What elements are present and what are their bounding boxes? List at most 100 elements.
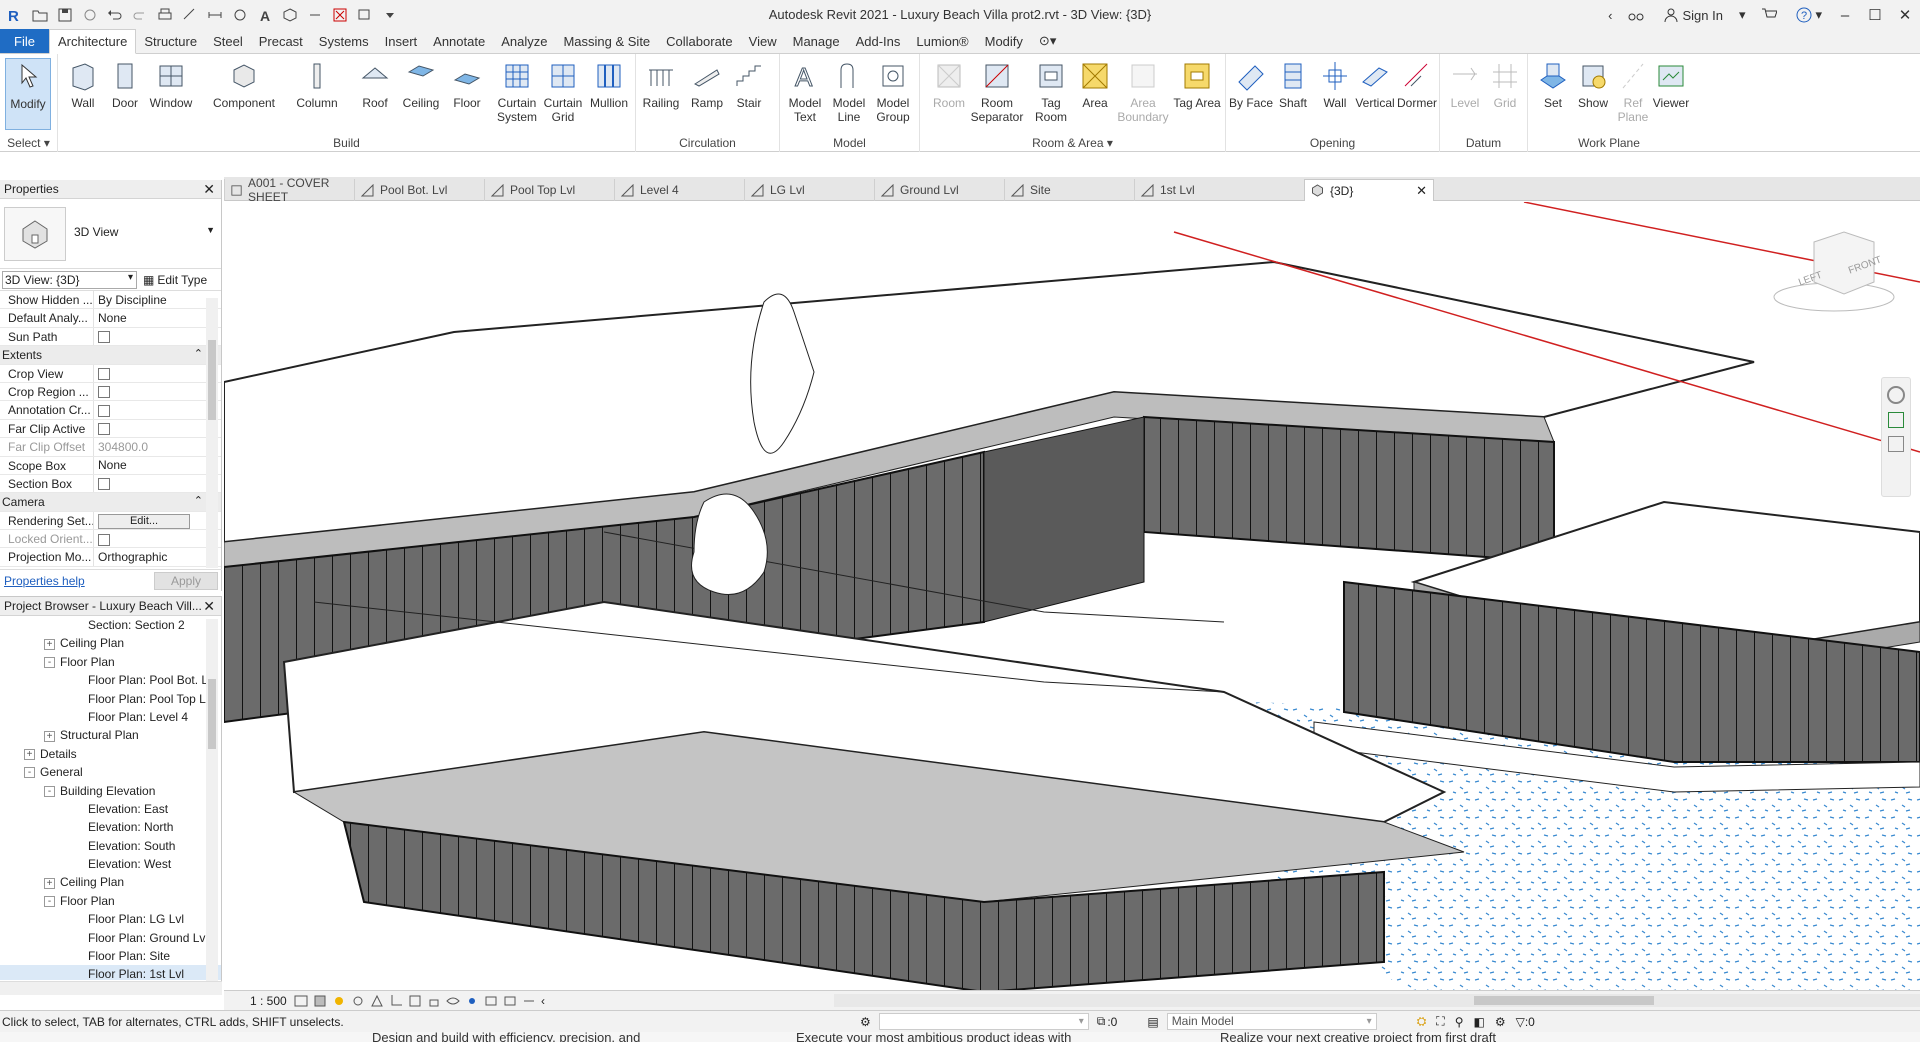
close-tab-icon[interactable]: ✕	[1416, 183, 1427, 199]
collapse-icon[interactable]: -	[24, 767, 35, 779]
dormer-button[interactable]: Dormer	[1392, 58, 1442, 110]
tab-architecture[interactable]: Architecture	[48, 29, 137, 54]
browser-item[interactable]: Floor Plan: Pool Top L	[0, 690, 221, 708]
binoculars-icon[interactable]	[1628, 7, 1647, 23]
sync-icon[interactable]	[79, 4, 101, 26]
tag-icon[interactable]	[229, 4, 251, 26]
tab-structure[interactable]: Structure	[136, 29, 205, 53]
model-text-button[interactable]: A Model Text	[780, 58, 830, 125]
sign-in-dropdown[interactable]: ▾	[1739, 7, 1746, 23]
property-value[interactable]: By Discipline	[94, 291, 190, 309]
view-tab-site[interactable]: Site	[1004, 179, 1134, 201]
instance-filter-select[interactable]: 3D View: {3D}	[2, 270, 137, 289]
property-value[interactable]	[94, 419, 190, 437]
render-icon[interactable]	[370, 994, 384, 1008]
property-row[interactable]: Sun Path	[0, 327, 221, 347]
property-value[interactable]	[94, 475, 190, 493]
property-row[interactable]: Section Box	[0, 474, 221, 494]
worksets-icon[interactable]: ⚙	[860, 1015, 871, 1029]
browser-item[interactable]: Elevation: East	[0, 800, 221, 818]
checkbox[interactable]	[98, 404, 110, 417]
curtain-grid-button[interactable]: Curtain Grid	[538, 58, 588, 124]
view-tab-3d[interactable]: {3D} ✕	[1304, 179, 1434, 201]
tab-massing-site[interactable]: Massing & Site	[555, 29, 658, 53]
room-separator-button[interactable]: Room Separator	[966, 58, 1028, 124]
browser-item[interactable]: - General	[0, 763, 221, 781]
ceiling-button[interactable]: Ceiling	[396, 58, 446, 110]
apply-button[interactable]: Apply	[154, 571, 218, 590]
property-value[interactable]	[94, 383, 190, 401]
browser-item[interactable]: Floor Plan: Site	[0, 947, 221, 965]
tag-room-button[interactable]: Tag Room	[1026, 58, 1076, 124]
checkbox[interactable]	[98, 423, 110, 436]
property-group-header[interactable]: Extents ⌃	[0, 346, 221, 365]
tab-precast[interactable]: Precast	[251, 29, 311, 53]
property-row[interactable]: Default Analy... None	[0, 309, 221, 328]
pan-icon[interactable]	[1888, 436, 1904, 452]
tab-insert[interactable]: Insert	[377, 29, 426, 53]
modify-button[interactable]: Modify	[5, 58, 51, 130]
property-row[interactable]: Annotation Cr...	[0, 401, 221, 420]
column-button[interactable]: Column	[292, 58, 342, 110]
minimize-button[interactable]: –	[1830, 7, 1860, 24]
browser-item[interactable]: - Building Elevation	[0, 782, 221, 800]
view-tab-pool-bot-lvl[interactable]: Pool Bot. Lvl	[354, 179, 484, 201]
help-icon[interactable]: ? ▾	[1796, 7, 1822, 23]
view-tab-pool-top-lvl[interactable]: Pool Top Lvl	[484, 179, 614, 201]
close-panel-icon[interactable]: ✕	[203, 181, 215, 198]
tab-view[interactable]: View	[741, 29, 785, 53]
property-row[interactable]: Crop Region ...	[0, 382, 221, 402]
browser-item[interactable]: Elevation: South	[0, 837, 221, 855]
detail-level-icon[interactable]	[294, 994, 308, 1008]
checkbox[interactable]	[98, 368, 110, 381]
property-row[interactable]: Far Clip Active	[0, 419, 221, 439]
mullion-button[interactable]: Mullion	[584, 58, 634, 110]
property-value[interactable]: 304800.0	[94, 438, 190, 456]
model-group-button[interactable]: Model Group	[868, 58, 918, 124]
design-option-select[interactable]: Main Model	[1166, 1013, 1377, 1030]
scroll-left-icon[interactable]: ‹	[541, 994, 555, 1008]
revit-logo-icon[interactable]: R	[4, 4, 26, 26]
group-label-room-area[interactable]: Room & Area ▾	[920, 136, 1225, 150]
property-value[interactable]	[94, 530, 190, 548]
browser-item[interactable]: Floor Plan: 1st Lvl	[0, 965, 221, 980]
switch-windows-icon[interactable]	[354, 4, 376, 26]
property-value[interactable]	[94, 327, 190, 345]
expand-icon[interactable]: +	[44, 730, 55, 742]
checkbox[interactable]	[98, 331, 110, 344]
browser-item[interactable]: + Ceiling Plan	[0, 634, 221, 652]
checkbox[interactable]	[98, 478, 110, 491]
drag-elements-icon[interactable]: ⚙	[1495, 1015, 1506, 1029]
measure-icon[interactable]	[179, 4, 201, 26]
property-row[interactable]: Scope Box None	[0, 456, 221, 475]
steering-wheel-icon[interactable]	[1887, 386, 1905, 404]
browser-item[interactable]: Floor Plan: Level 4	[0, 708, 221, 726]
property-row[interactable]: Locked Orient...	[0, 530, 221, 549]
browser-item[interactable]: - Floor Plan	[0, 653, 221, 671]
tab-annotate[interactable]: Annotate	[425, 29, 493, 53]
search-nav-arrows[interactable]: ‹	[1608, 8, 1612, 23]
design-options-icon[interactable]: ▤	[1147, 1015, 1158, 1029]
tab-systems[interactable]: Systems	[311, 29, 377, 53]
tab-steel[interactable]: Steel	[205, 29, 251, 53]
select-pinned-icon[interactable]: ⚲	[1455, 1015, 1464, 1029]
undo-icon[interactable]	[104, 4, 126, 26]
close-window-button[interactable]: ✕	[1890, 6, 1920, 24]
browser-item[interactable]: - Floor Plan	[0, 892, 221, 910]
dimension-icon[interactable]	[204, 4, 226, 26]
view-tab-1st-lvl[interactable]: 1st Lvl	[1134, 179, 1264, 201]
browser-scrollbar[interactable]	[206, 619, 218, 984]
collapse-group-icon[interactable]: ⌃	[194, 494, 203, 507]
default-3d-view-icon[interactable]	[279, 4, 301, 26]
property-row[interactable]: Far Clip Offset 304800.0	[0, 438, 221, 457]
filter-icon[interactable]: ▽	[1516, 1015, 1525, 1029]
component-button[interactable]: Component	[208, 58, 280, 110]
property-value[interactable]	[94, 401, 190, 419]
curtain-system-button[interactable]: Curtain System	[492, 58, 542, 124]
property-value[interactable]	[94, 364, 190, 382]
visual-style-icon[interactable]	[313, 994, 327, 1008]
print-icon[interactable]	[154, 4, 176, 26]
properties-help-link[interactable]: Properties help	[4, 574, 85, 588]
temp-view-props-icon[interactable]	[484, 994, 498, 1008]
viewport-hscrollbar[interactable]	[834, 994, 1920, 1007]
